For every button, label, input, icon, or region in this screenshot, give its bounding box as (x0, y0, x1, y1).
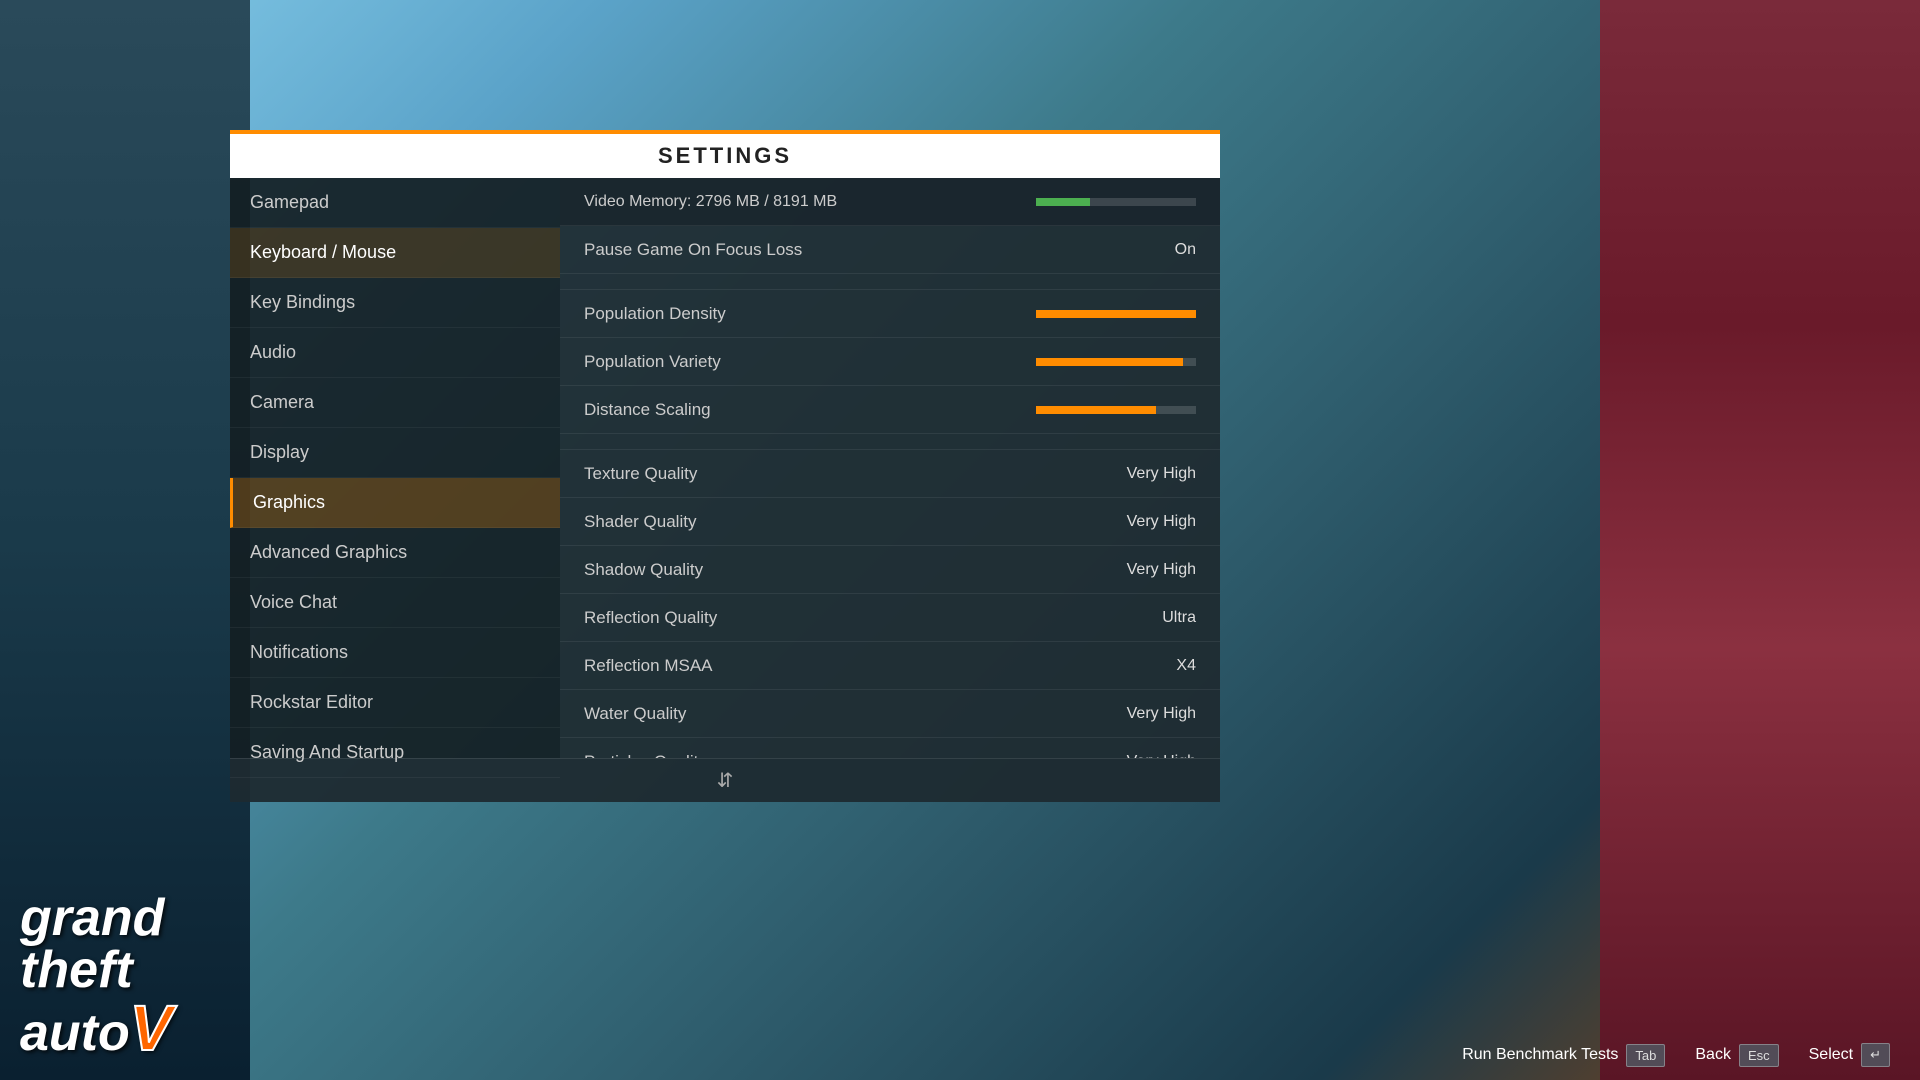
shader-quality-label: Shader Quality (584, 512, 696, 532)
select-label: Select (1809, 1046, 1853, 1064)
back-key: Esc (1739, 1044, 1779, 1067)
distance-scaling-slider (1036, 406, 1196, 414)
population-density-slider (1036, 310, 1196, 318)
bg-containers-right (1600, 0, 1920, 1080)
video-memory-row: Video Memory: 2796 MB / 8191 MB (560, 178, 1220, 226)
pause-game-label: Pause Game On Focus Loss (584, 240, 802, 260)
select-key: ↵ (1861, 1043, 1890, 1067)
texture-quality-row[interactable]: Texture Quality Very High (560, 450, 1220, 498)
reflection-msaa-label: Reflection MSAA (584, 656, 713, 676)
water-quality-row[interactable]: Water Quality Very High (560, 690, 1220, 738)
content-area: Gamepad Keyboard / Mouse Key Bindings Au… (230, 178, 1220, 758)
spacer-row-1 (560, 274, 1220, 290)
particles-quality-label: Particles Quality (584, 752, 707, 759)
nav-item-saving-and-startup[interactable]: Saving And Startup (230, 728, 560, 778)
shader-quality-row[interactable]: Shader Quality Very High (560, 498, 1220, 546)
shadow-quality-value: Very High (1127, 561, 1196, 579)
reflection-msaa-row[interactable]: Reflection MSAA X4 (560, 642, 1220, 690)
back-action[interactable]: Back Esc (1695, 1044, 1778, 1067)
texture-quality-value: Very High (1127, 465, 1196, 483)
population-density-row[interactable]: Population Density (560, 290, 1220, 338)
nav-item-graphics[interactable]: Graphics (230, 478, 560, 528)
scroll-arrows: ⇵ (717, 768, 734, 793)
water-quality-label: Water Quality (584, 704, 686, 724)
water-quality-value: Very High (1127, 705, 1196, 723)
reflection-msaa-value: X4 (1176, 657, 1196, 675)
settings-content: Video Memory: 2796 MB / 8191 MB Pause Ga… (560, 178, 1220, 758)
bottom-bar: Run Benchmark Tests Tab Back Esc Select … (0, 1030, 1920, 1080)
settings-panel: SETTINGS Gamepad Keyboard / Mouse Key Bi… (230, 130, 1220, 802)
population-variety-fill (1036, 358, 1183, 366)
spacer-row-2 (560, 434, 1220, 450)
population-density-label: Population Density (584, 304, 726, 324)
nav-panel: Gamepad Keyboard / Mouse Key Bindings Au… (230, 178, 560, 758)
nav-item-audio[interactable]: Audio (230, 328, 560, 378)
nav-item-gamepad[interactable]: Gamepad (230, 178, 560, 228)
nav-item-voice-chat[interactable]: Voice Chat (230, 578, 560, 628)
nav-item-camera[interactable]: Camera (230, 378, 560, 428)
nav-item-notifications[interactable]: Notifications (230, 628, 560, 678)
population-variety-label: Population Variety (584, 352, 721, 372)
reflection-quality-value: Ultra (1162, 609, 1196, 627)
shader-quality-value: Very High (1127, 513, 1196, 531)
pause-game-row[interactable]: Pause Game On Focus Loss On (560, 226, 1220, 274)
distance-scaling-fill (1036, 406, 1156, 414)
benchmark-key: Tab (1626, 1044, 1665, 1067)
video-memory-slider (1036, 198, 1196, 206)
nav-item-display[interactable]: Display (230, 428, 560, 478)
particles-quality-value: Very High (1127, 753, 1196, 759)
back-label: Back (1695, 1046, 1731, 1064)
select-action[interactable]: Select ↵ (1809, 1043, 1890, 1067)
benchmark-action[interactable]: Run Benchmark Tests Tab (1462, 1044, 1665, 1067)
particles-quality-row[interactable]: Particles Quality Very High (560, 738, 1220, 758)
nav-item-rockstar-editor[interactable]: Rockstar Editor (230, 678, 560, 728)
video-memory-label: Video Memory: 2796 MB / 8191 MB (584, 193, 837, 211)
reflection-quality-row[interactable]: Reflection Quality Ultra (560, 594, 1220, 642)
texture-quality-label: Texture Quality (584, 464, 697, 484)
pause-game-value: On (1175, 241, 1196, 259)
nav-item-keyboard-mouse[interactable]: Keyboard / Mouse (230, 228, 560, 278)
benchmark-label: Run Benchmark Tests (1462, 1046, 1618, 1064)
nav-item-key-bindings[interactable]: Key Bindings (230, 278, 560, 328)
settings-title: SETTINGS (658, 143, 792, 169)
title-bar: SETTINGS (230, 130, 1220, 178)
nav-item-advanced-graphics[interactable]: Advanced Graphics (230, 528, 560, 578)
shadow-quality-label: Shadow Quality (584, 560, 703, 580)
reflection-quality-label: Reflection Quality (584, 608, 717, 628)
video-memory-fill (1036, 198, 1090, 206)
population-density-fill (1036, 310, 1196, 318)
population-variety-row[interactable]: Population Variety (560, 338, 1220, 386)
shadow-quality-row[interactable]: Shadow Quality Very High (560, 546, 1220, 594)
population-variety-slider (1036, 358, 1196, 366)
distance-scaling-label: Distance Scaling (584, 400, 711, 420)
distance-scaling-row[interactable]: Distance Scaling (560, 386, 1220, 434)
